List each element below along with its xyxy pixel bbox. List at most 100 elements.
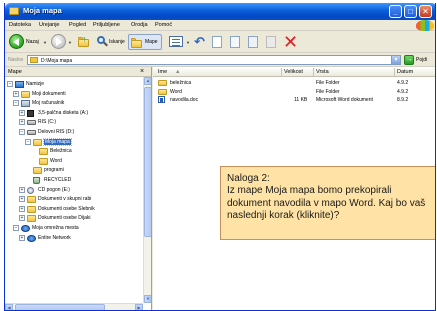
folder-icon: [27, 196, 36, 204]
expand-icon[interactable]: +: [19, 234, 25, 241]
tree-item-label: Moji dokumenti: [32, 90, 66, 97]
folders-button[interactable]: Mape: [128, 34, 162, 50]
views-dropdown-icon[interactable]: ▼: [186, 40, 190, 45]
menu-favorites[interactable]: Priljubljene: [93, 22, 120, 28]
tree-item-label: programi: [44, 167, 64, 174]
back-button[interactable]: [9, 34, 24, 49]
tree-item-label: Delovni RIS (D:): [38, 129, 75, 135]
collapse-icon[interactable]: −: [13, 225, 19, 231]
address-bar: Naslov D:\Moja mapa ▼ → Pojdi: [5, 53, 435, 67]
expand-icon[interactable]: +: [19, 205, 25, 212]
expand-icon[interactable]: +: [19, 119, 25, 126]
back-dropdown-icon[interactable]: ▼: [43, 40, 47, 45]
properties-button[interactable]: [266, 36, 276, 48]
column-headers: Ime ▲ Velikost Vrsta Datum: [153, 67, 435, 77]
go-button[interactable]: →: [404, 55, 414, 65]
address-value: D:\Moja mapa: [41, 58, 73, 64]
file-row[interactable]: navodila.doc 11 KB Microsoft Word dokument…: [153, 96, 435, 104]
file-type: File Folder: [316, 88, 340, 95]
folder-icon: [27, 205, 36, 213]
tree-item-label: Dokumenti osebe Slebnik: [38, 205, 95, 212]
file-size: 11 KB: [294, 97, 308, 103]
tree-item-label: Entire Network: [38, 234, 71, 241]
expand-icon[interactable]: +: [19, 215, 25, 222]
folders-vertical-scrollbar[interactable]: ▲ ▼: [143, 77, 151, 303]
tree-item-label: Namizje: [26, 81, 45, 87]
collapse-icon[interactable]: −: [19, 129, 25, 135]
expand-icon[interactable]: +: [13, 90, 19, 97]
scroll-left-button[interactable]: ◀: [5, 304, 13, 310]
scroll-thumb[interactable]: [15, 304, 105, 310]
go-label[interactable]: Pojdi: [416, 57, 427, 63]
move-to-button[interactable]: [248, 36, 258, 48]
file-date: 4.9.2: [397, 80, 409, 86]
minimize-button[interactable]: _: [389, 5, 402, 18]
menu-edit[interactable]: Urejanje: [39, 22, 59, 28]
expand-icon[interactable]: +: [19, 186, 25, 193]
explorer-window: Moja mapa _ □ ✕ Datoteka Urejanje Pogled…: [4, 3, 436, 311]
file-name: navodila.doc: [170, 97, 199, 103]
search-label: Iskanje: [109, 39, 125, 45]
scroll-up-button[interactable]: ▲: [144, 77, 151, 85]
collapse-icon[interactable]: −: [7, 81, 13, 87]
search-button[interactable]: [97, 36, 108, 47]
file-type: File Folder: [316, 80, 340, 86]
drive-icon: [27, 120, 36, 126]
menu-file[interactable]: Datoteka: [9, 22, 31, 28]
column-name[interactable]: Ime: [158, 69, 167, 75]
forward-dropdown-icon[interactable]: ▼: [68, 40, 72, 45]
desktop-icon: [15, 81, 24, 88]
folder-icon: [39, 157, 48, 165]
close-pane-button[interactable]: ×: [140, 68, 144, 75]
expand-icon[interactable]: +: [19, 196, 25, 203]
task-instruction-box: Naloga 2: Iz mape Moja mapa bomo prekopi…: [220, 166, 435, 240]
file-row[interactable]: beležnica File Folder 4.9.2: [153, 79, 435, 87]
scroll-down-button[interactable]: ▼: [144, 295, 151, 303]
undo-button[interactable]: ↶: [194, 34, 205, 50]
network-icon: [21, 225, 30, 232]
forward-button[interactable]: [51, 34, 66, 49]
menu-tools[interactable]: Orodja: [131, 22, 148, 28]
folders-pane-title: Mape: [8, 69, 22, 75]
tree-item-label: RIS (C:): [38, 119, 57, 126]
back-label: Nazaj: [26, 39, 39, 45]
floppy-icon: [27, 109, 34, 117]
file-row[interactable]: Word File Folder 4.9.2: [153, 88, 435, 96]
cd-drive-icon: [27, 186, 34, 194]
folder-icon: [158, 88, 167, 95]
views-button[interactable]: [169, 36, 183, 47]
menu-view[interactable]: Pogled: [69, 22, 86, 28]
scroll-thumb[interactable]: [144, 87, 151, 237]
title-bar[interactable]: Moja mapa _ □ ✕: [5, 3, 435, 20]
collapse-icon[interactable]: −: [25, 138, 31, 145]
network-icon: [27, 234, 36, 242]
folder-icon: [30, 57, 38, 63]
computer-icon: [21, 100, 30, 108]
collapse-icon[interactable]: −: [13, 100, 19, 107]
scroll-right-button[interactable]: ▶: [135, 304, 143, 310]
window-title: Moja mapa: [23, 6, 62, 15]
address-dropdown-button[interactable]: ▼: [391, 56, 400, 64]
menu-bar: Datoteka Urejanje Pogled Priljubljene Or…: [5, 20, 435, 31]
address-input[interactable]: D:\Moja mapa ▼: [27, 55, 401, 65]
menu-help[interactable]: Pomoč: [155, 22, 172, 28]
maximize-button[interactable]: □: [404, 5, 417, 18]
windows-logo-icon: [416, 20, 434, 31]
column-date[interactable]: Datum: [397, 69, 413, 75]
up-folder-button[interactable]: ↑: [77, 34, 90, 48]
copy-to-button[interactable]: [212, 36, 222, 48]
file-type: Microsoft Word dokument: [316, 97, 373, 103]
file-date: 4.9.2: [397, 88, 409, 95]
file-date: 8.9.2: [397, 97, 409, 103]
close-button[interactable]: ✕: [419, 5, 432, 18]
forward-icon: [56, 38, 62, 46]
tree-item-label: Moja mapa: [43, 137, 72, 146]
paste-button[interactable]: [230, 36, 240, 48]
tree-item-label: Beležnica: [50, 148, 72, 155]
tree-item-label: 3,5-palčna disketa (A:): [38, 109, 89, 116]
column-size[interactable]: Velikost: [284, 69, 303, 75]
folders-horizontal-scrollbar[interactable]: ◀ ▶: [5, 303, 143, 310]
column-type[interactable]: Vrsta: [316, 69, 329, 75]
delete-button[interactable]: ✕: [283, 32, 298, 53]
expand-icon[interactable]: +: [19, 109, 25, 116]
